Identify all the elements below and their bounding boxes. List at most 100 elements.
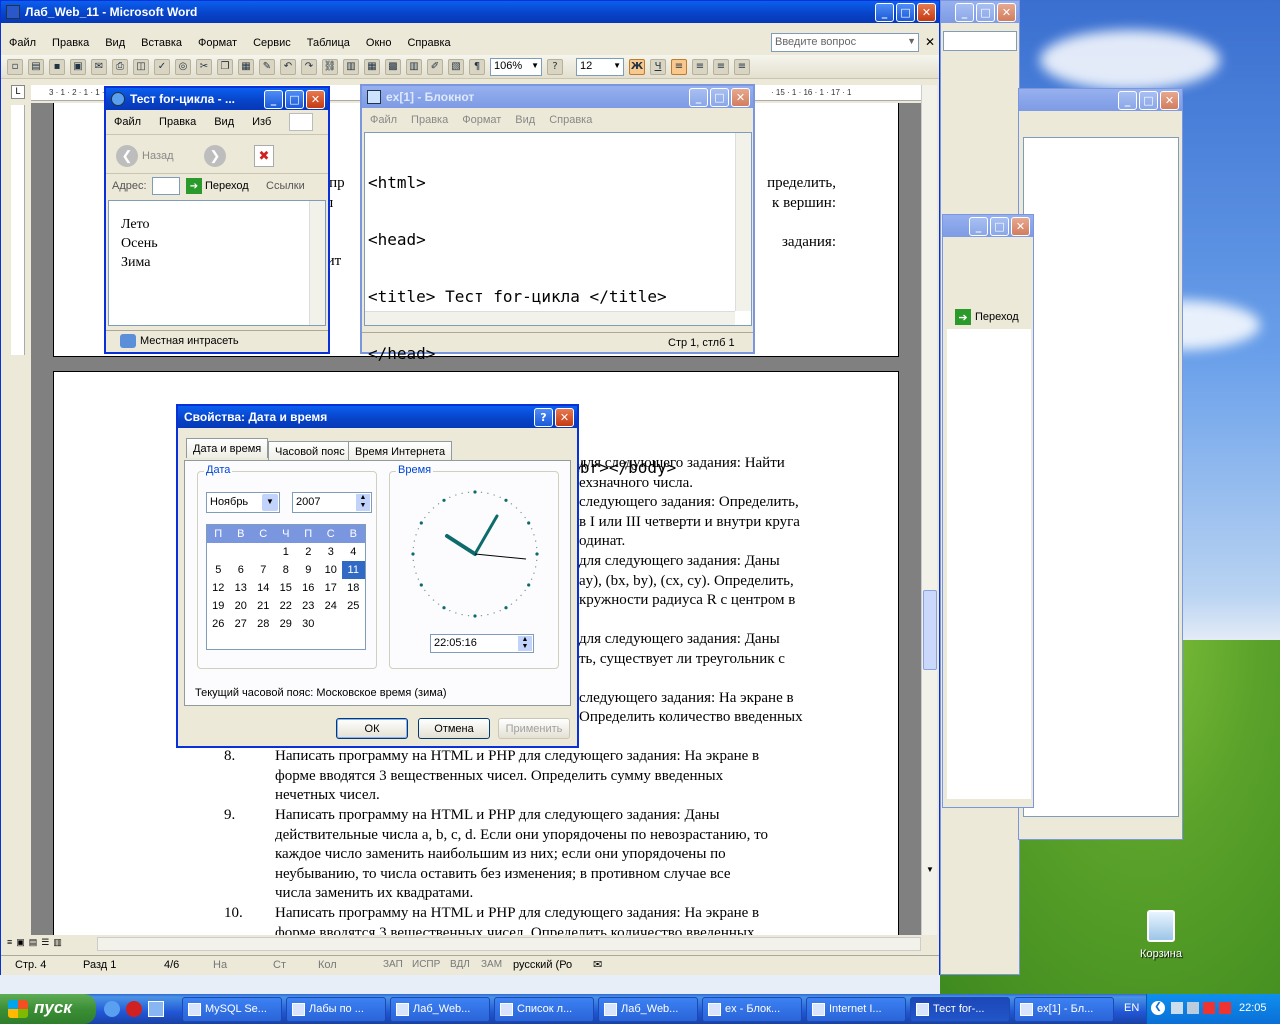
notepad-text-area[interactable]: <html> <head> <title> Тест for-цикла </t… xyxy=(364,132,752,534)
maximize-button[interactable]: □ xyxy=(285,90,304,109)
view-buttons[interactable]: ≡▣▤☰▥ xyxy=(7,937,107,951)
align-right-icon[interactable]: ≡ xyxy=(713,58,729,75)
align-center-icon[interactable]: ≡ xyxy=(692,58,708,75)
menu-favorites[interactable]: Изб xyxy=(252,116,271,128)
close-button[interactable]: ✕ xyxy=(306,90,325,109)
justify-icon[interactable]: ≡ xyxy=(734,58,750,75)
maximize-button[interactable]: □ xyxy=(976,3,995,22)
menu-edit[interactable]: Правка xyxy=(159,116,196,128)
minimize-button[interactable]: _ xyxy=(264,90,283,109)
start-button[interactable]: пуск xyxy=(0,994,96,1024)
tab-internet-time[interactable]: Время Интернета xyxy=(348,441,453,461)
tab-datetime[interactable]: Дата и время xyxy=(186,438,269,458)
minimize-button[interactable]: _ xyxy=(1118,91,1137,110)
minimize-button[interactable]: _ xyxy=(955,3,974,22)
menu-tools[interactable]: Сервис xyxy=(253,37,291,49)
mail-icon[interactable]: ✉ xyxy=(91,58,107,75)
security-icon[interactable] xyxy=(1203,1002,1215,1014)
opera-quicklaunch-icon[interactable] xyxy=(126,1001,142,1017)
notepad-window[interactable]: ex[1] - Блокнот _ □ ✕ Файл Правка Формат… xyxy=(360,84,755,534)
language-indicator[interactable]: EN xyxy=(1124,1002,1139,1014)
menu-help[interactable]: Справка xyxy=(407,37,450,49)
menu-format[interactable]: Формат xyxy=(198,37,237,49)
ie-titlebar[interactable]: Тест for-цикла - ... _ □ ✕ xyxy=(106,88,328,110)
go-button[interactable]: ➔ Переход xyxy=(186,178,249,194)
save-icon[interactable]: ▪ xyxy=(49,58,65,75)
antivirus-icon[interactable] xyxy=(1219,1002,1231,1014)
notepad-vscroll[interactable] xyxy=(735,133,751,311)
ie-scrollbar[interactable] xyxy=(309,201,325,325)
volume-icon[interactable] xyxy=(1187,1002,1199,1014)
tab-timezone[interactable]: Часовой пояс xyxy=(268,441,352,461)
tab-selector[interactable]: L xyxy=(11,85,25,99)
minimize-button[interactable]: _ xyxy=(969,217,988,236)
close-document-button[interactable]: ✕ xyxy=(925,35,935,49)
maximize-button[interactable]: □ xyxy=(1139,91,1158,110)
spelling-icon[interactable]: ✓ xyxy=(154,58,170,75)
undo-icon[interactable]: ↶ xyxy=(280,58,296,75)
menu-insert[interactable]: Вставка xyxy=(141,37,182,49)
menu-file[interactable]: Файл xyxy=(9,37,36,49)
spelling-status-icon[interactable]: ✉ xyxy=(593,958,602,971)
bg-address-field[interactable] xyxy=(943,31,1017,51)
close-button[interactable]: ✕ xyxy=(1160,91,1179,110)
minimize-button[interactable]: _ xyxy=(875,3,894,22)
cancel-button[interactable]: Отмена xyxy=(418,718,490,739)
cut-icon[interactable]: ✂ xyxy=(196,58,212,75)
drawing-icon[interactable]: ✐ xyxy=(427,58,443,75)
spinner-arrows-icon[interactable]: ▲ ▼ xyxy=(356,494,370,511)
task-ex-notepad[interactable]: ex - Блок... xyxy=(702,997,802,1022)
insert-excel-icon[interactable]: ▩ xyxy=(385,58,401,75)
paste-icon[interactable]: ▦ xyxy=(238,58,254,75)
datetime-titlebar[interactable]: Свойства: Дата и время ? ✕ xyxy=(178,406,577,428)
font-size-select[interactable]: 12 ▼ xyxy=(576,57,624,76)
menu-view[interactable]: Вид xyxy=(214,116,234,128)
desktop-quicklaunch-icon[interactable] xyxy=(148,1001,164,1017)
maximize-button[interactable]: □ xyxy=(990,217,1009,236)
menu-help[interactable]: Справка xyxy=(549,114,592,126)
month-select[interactable]: Ноябрь ▼ xyxy=(206,492,280,513)
spinner-arrows-icon[interactable]: ▲ ▼ xyxy=(518,636,532,651)
ok-button[interactable]: ОК xyxy=(336,718,408,739)
notepad-hscroll[interactable] xyxy=(365,311,735,325)
menu-window[interactable]: Окно xyxy=(366,37,392,49)
maximize-button[interactable]: □ xyxy=(710,88,729,107)
calendar[interactable]: П В С Ч П С В 1234 5 6 7 8 9 10 11 12 13… xyxy=(206,524,366,650)
close-button[interactable]: ✕ xyxy=(1011,217,1030,236)
zoom-select[interactable]: 106% ▼ xyxy=(490,57,542,76)
task-ex1-notepad[interactable]: ex[1] - Бл... xyxy=(1014,997,1114,1022)
menu-file[interactable]: Файл xyxy=(370,114,397,126)
apply-button[interactable]: Применить xyxy=(498,718,570,739)
task-internet[interactable]: Internet I... xyxy=(806,997,906,1022)
menu-view[interactable]: Вид xyxy=(515,114,535,126)
clock[interactable]: 22:05 xyxy=(1239,1002,1267,1014)
align-left-icon[interactable]: ≡ xyxy=(671,58,687,75)
help-question-input[interactable]: Введите вопрос ▼ xyxy=(771,33,919,52)
menu-format[interactable]: Формат xyxy=(462,114,501,126)
background-window-2[interactable]: _ □ ✕ xyxy=(1018,88,1183,840)
research-icon[interactable]: ◎ xyxy=(175,58,191,75)
minimize-button[interactable]: _ xyxy=(689,88,708,107)
copy-icon[interactable]: ❐ xyxy=(217,58,233,75)
notepad-titlebar[interactable]: ex[1] - Блокнот _ □ ✕ xyxy=(362,86,753,108)
help-button[interactable]: ? xyxy=(534,408,553,427)
vertical-ruler[interactable] xyxy=(11,105,25,355)
task-labs-folder[interactable]: Лабы по ... xyxy=(286,997,386,1022)
close-button[interactable]: ✕ xyxy=(555,408,574,427)
menu-edit[interactable]: Правка xyxy=(52,37,89,49)
task-test-for[interactable]: Тест for-... xyxy=(910,997,1010,1022)
menu-view[interactable]: Вид xyxy=(105,37,125,49)
insert-table-icon[interactable]: ▦ xyxy=(364,58,380,75)
bold-button[interactable]: Ж xyxy=(629,58,645,75)
background-window-3[interactable]: _ □ ✕ ➔ Переход xyxy=(942,214,1034,808)
back-button[interactable]: ❮ Назад xyxy=(116,145,174,167)
stop-icon[interactable]: ✖ xyxy=(254,145,274,167)
help-icon[interactable]: ? xyxy=(547,58,563,75)
address-input[interactable] xyxy=(152,177,180,195)
horizontal-scrollbar[interactable] xyxy=(97,937,921,951)
underline-button[interactable]: Ч xyxy=(650,58,666,75)
permission-icon[interactable]: ▣ xyxy=(70,58,86,75)
recycle-bin[interactable]: Корзина xyxy=(1128,910,1194,960)
datetime-dialog[interactable]: Свойства: Дата и время ? ✕ Дата и время … xyxy=(176,404,579,748)
year-spinner[interactable]: 2007 ▲ ▼ xyxy=(292,492,372,513)
